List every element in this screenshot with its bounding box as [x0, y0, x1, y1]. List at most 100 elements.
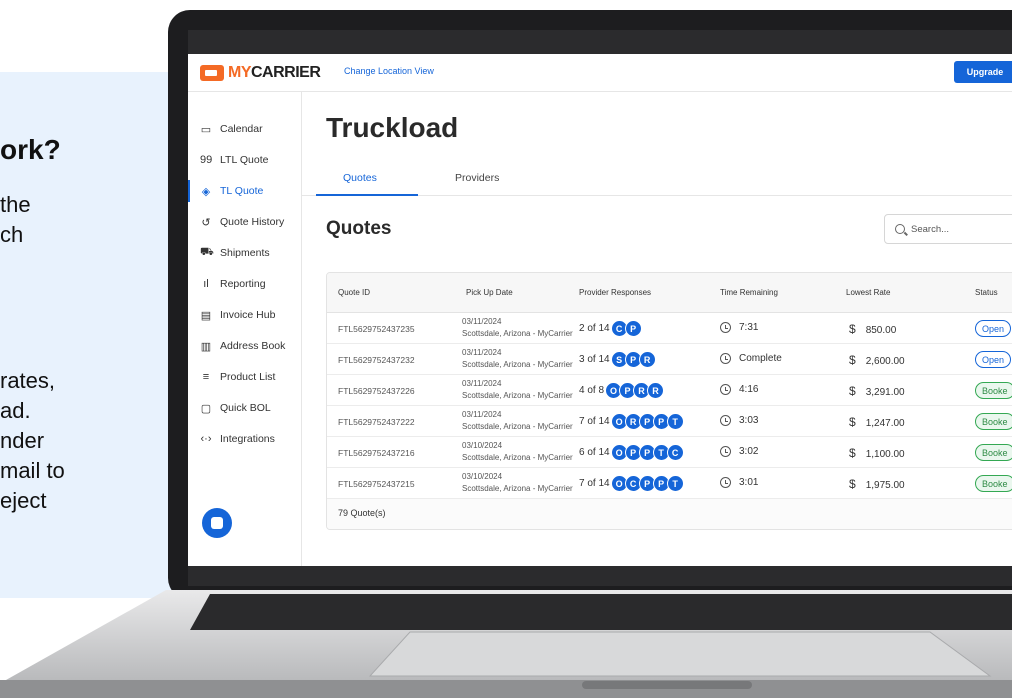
keyboard-area — [190, 594, 1012, 630]
provider-responses: 2 of 14 C P — [579, 320, 642, 337]
sidebar-item-label: Quick BOL — [220, 402, 271, 414]
table-footer: 79 Quote(s) — [327, 499, 1012, 529]
sidebar-item-quick-bol[interactable]: ▢ Quick BOL — [188, 397, 302, 419]
quote-id[interactable]: FTL5629752437235 — [338, 324, 415, 334]
sidebar-item-address-book[interactable]: ▥ Address Book — [188, 335, 302, 357]
table-row[interactable]: FTL5629752437222 03/11/2024 Scottsdale, Ar… — [327, 406, 1012, 437]
chat-launcher-button[interactable] — [202, 508, 232, 538]
time-remaining: 4:16 — [720, 384, 758, 395]
table-body: FTL5629752437235 03/11/2024 Scottsdale, Ar… — [327, 313, 1012, 499]
sidebar-item-reporting[interactable]: ıl Reporting — [188, 273, 302, 295]
truck-logo-icon — [200, 65, 224, 81]
time-remaining-value: 3:03 — [739, 415, 759, 426]
sidebar-item-invoice-hub[interactable]: ▤ Invoice Hub — [188, 304, 302, 326]
sidebar-item-product-list[interactable]: ≡ Product List — [188, 366, 302, 388]
sidebar-item-quote-history[interactable]: ↺ Quote History — [188, 211, 302, 233]
quote-id[interactable]: FTL5629752437216 — [338, 448, 415, 458]
quote-id[interactable]: FTL5629752437232 — [338, 355, 415, 365]
logo-suffix: CARRIER — [251, 64, 321, 81]
pickup-location: Scottsdale, Arizona - MyCarrier — [462, 329, 573, 338]
promo-heading: ork? — [0, 134, 61, 165]
provider-avatar[interactable]: T — [666, 475, 684, 492]
lowest-rate: $850.00 — [849, 322, 896, 336]
column-header[interactable]: Lowest Rate — [846, 288, 890, 297]
tab-providers[interactable]: Providers — [455, 172, 499, 184]
promo-text-line: ad. — [0, 398, 31, 423]
currency-symbol: $ — [849, 446, 856, 460]
table-row[interactable]: FTL5629752437226 03/11/2024 Scottsdale, Ar… — [327, 375, 1012, 406]
table-row[interactable]: FTL5629752437232 03/11/2024 Scottsdale, Ar… — [327, 344, 1012, 375]
pickup-location: Scottsdale, Arizona - MyCarrier — [462, 391, 573, 400]
clock-icon — [720, 384, 731, 395]
provider-responses: 3 of 14 S P R — [579, 351, 656, 368]
table-row[interactable]: FTL5629752437215 03/10/2024 Scottsdale, Ar… — [327, 468, 1012, 499]
book-icon: ▥ — [200, 340, 212, 353]
lowest-rate: $1,247.00 — [849, 415, 905, 429]
response-count: 7 of 14 — [579, 416, 610, 427]
document-icon: ▢ — [200, 402, 212, 415]
top-bar: MYCARRIER Change Location View Upgrade — [188, 54, 1012, 92]
provider-responses: 7 of 14 O R P P T — [579, 413, 684, 430]
lowest-rate-value: 1,975.00 — [865, 480, 905, 491]
currency-symbol: $ — [849, 415, 856, 429]
lowest-rate-value: 3,291.00 — [865, 387, 905, 398]
laptop-front-edge — [0, 680, 1012, 698]
provider-avatar[interactable]: T — [666, 413, 684, 430]
column-header[interactable]: Provider Responses — [579, 288, 651, 297]
currency-symbol: $ — [849, 384, 856, 398]
list-icon: ≡ — [202, 371, 210, 383]
upgrade-button[interactable]: Upgrade — [954, 61, 1012, 83]
time-remaining-value: 3:02 — [739, 446, 759, 457]
sidebar-item-label: Shipments — [220, 247, 270, 259]
pickup-date: 03/11/2024 Scottsdale, Arizona - MyCarrie… — [462, 409, 573, 433]
table-row[interactable]: FTL5629752437216 03/10/2024 Scottsdale, Ar… — [327, 437, 1012, 468]
lid-notch — [582, 681, 752, 689]
column-header[interactable]: Time Remaining — [720, 288, 778, 297]
sidebar-item-integrations[interactable]: ‹·› Integrations — [188, 428, 302, 450]
chat-icon — [211, 517, 223, 529]
provider-avatar[interactable]: C — [666, 444, 684, 461]
pickup-date: 03/11/2024 Scottsdale, Arizona - MyCarrie… — [462, 347, 573, 371]
column-header[interactable]: Pick Up Date — [466, 288, 513, 297]
lowest-rate-value: 1,247.00 — [865, 418, 905, 429]
sidebar-item-shipments[interactable]: ⛟ Shipments — [188, 242, 302, 264]
response-count: 6 of 14 — [579, 447, 610, 458]
change-location-link[interactable]: Change Location View — [344, 66, 434, 76]
invoice-icon: ▤ — [200, 309, 212, 322]
sidebar-item-tl-quote[interactable]: ◈ TL Quote — [188, 180, 302, 202]
sidebar-item-calendar[interactable]: ▭ Calendar — [188, 118, 302, 140]
sidebar-item-label: Address Book — [220, 340, 286, 352]
sidebar-item-ltl-quote[interactable]: 99 LTL Quote — [188, 149, 302, 171]
quote-id[interactable]: FTL5629752437222 — [338, 417, 415, 427]
lowest-rate-value: 1,100.00 — [865, 449, 905, 460]
pickup-location: Scottsdale, Arizona - MyCarrier — [462, 422, 573, 431]
column-header[interactable]: Status — [975, 288, 998, 297]
promo-text-line: mail to — [0, 458, 65, 483]
promo-text-line: rates, — [0, 368, 56, 393]
quotes-table: Quote ID Pick Up Date Provider Responses… — [326, 272, 1012, 530]
provider-responses: 6 of 14 O P P T C — [579, 444, 684, 461]
quote-id[interactable]: FTL5629752437226 — [338, 386, 415, 396]
app-screen: MYCARRIER Change Location View Upgrade ▭… — [188, 54, 1012, 566]
history-icon: ↺ — [201, 216, 211, 229]
page-title: Truckload — [326, 112, 459, 143]
pickup-date: 03/10/2024 Scottsdale, Arizona - MyCarrie… — [462, 471, 573, 495]
currency-symbol: $ — [849, 353, 856, 367]
pickup-location: Scottsdale, Arizona - MyCarrier — [462, 484, 573, 493]
time-remaining: 3:02 — [720, 446, 758, 457]
tab-quotes[interactable]: Quotes — [343, 172, 377, 184]
provider-avatar[interactable]: P — [624, 320, 642, 337]
time-remaining: 3:01 — [720, 477, 758, 488]
promo-text-line: ch — [0, 222, 24, 247]
mycarrier-logo[interactable]: MYCARRIER — [200, 64, 321, 82]
provider-avatar[interactable]: R — [647, 382, 665, 399]
box-icon: ◈ — [201, 185, 211, 198]
main-content: Truckload Quotes Providers Quotes Search… — [302, 92, 1012, 566]
sidebar-item-label: Calendar — [220, 123, 263, 135]
quote-id[interactable]: FTL5629752437215 — [338, 479, 415, 489]
table-row[interactable]: FTL5629752437235 03/11/2024 Scottsdale, Ar… — [327, 313, 1012, 344]
column-header[interactable]: Quote ID — [338, 288, 370, 297]
lowest-rate: $1,975.00 — [849, 477, 905, 491]
provider-avatar[interactable]: R — [638, 351, 656, 368]
search-input[interactable]: Search... — [884, 214, 1012, 244]
